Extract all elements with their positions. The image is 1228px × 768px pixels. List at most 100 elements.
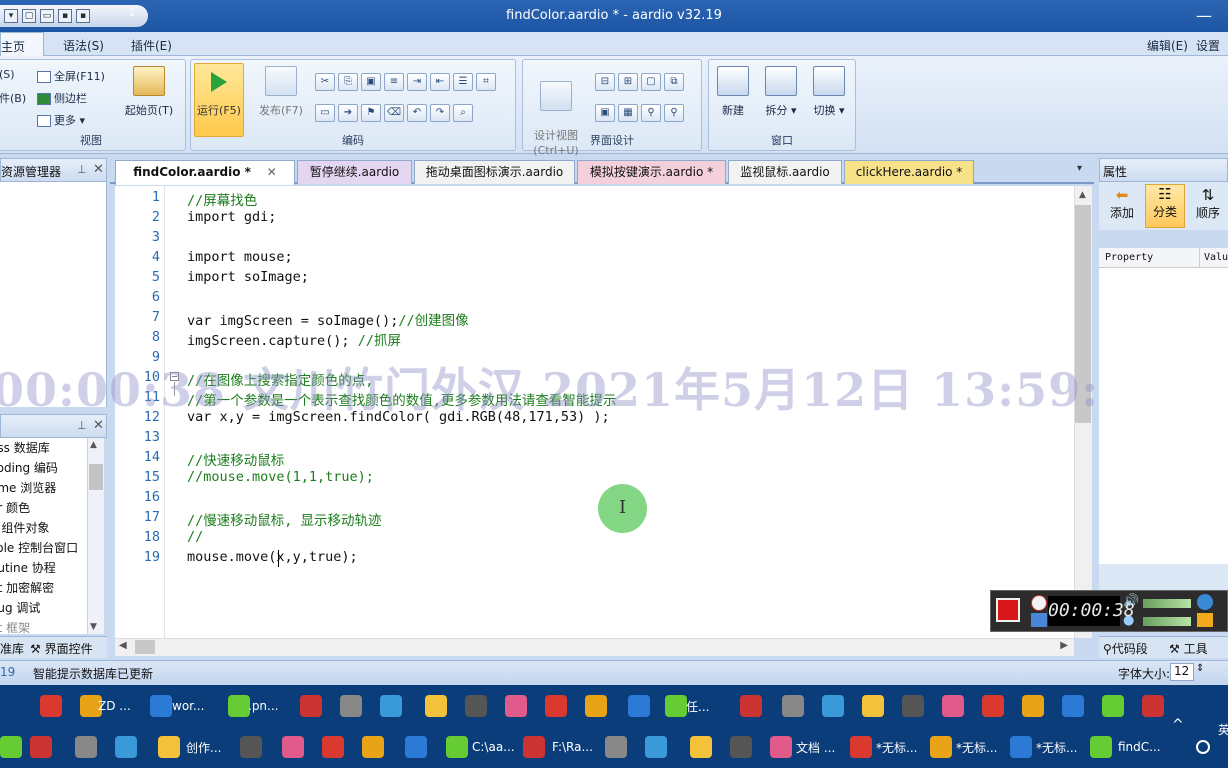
more-button[interactable]: 更多 ▾: [37, 112, 85, 128]
taskbar-app-icon[interactable]: [628, 695, 650, 717]
taskbar-app-icon[interactable]: [690, 736, 712, 758]
sort-button[interactable]: ⇅ 顺序: [1189, 186, 1227, 221]
property-column-header[interactable]: Property: [1105, 252, 1153, 263]
library-item[interactable]: outine 协程: [0, 558, 87, 578]
taskbar-app-icon[interactable]: [446, 736, 468, 758]
tab-plugins[interactable]: 插件(E): [131, 37, 172, 54]
taskbar-app-icon[interactable]: [115, 736, 137, 758]
frame-icon[interactable]: ▢: [641, 73, 661, 91]
taskbar-app-icon[interactable]: [380, 695, 402, 717]
layers-icon[interactable]: ⧉: [664, 73, 684, 91]
scroll-down-icon[interactable]: ▼: [90, 622, 97, 632]
library-item[interactable]: or 颜色: [0, 498, 87, 518]
library-item[interactable]: pt 加密解密: [0, 578, 87, 598]
fullscreen-button[interactable]: 全屏(F11): [37, 68, 105, 84]
switch-button[interactable]: 切换 ▾: [809, 66, 849, 118]
sidebar-button[interactable]: 侧边栏: [37, 90, 87, 106]
taskbar-app-icon[interactable]: [0, 736, 22, 758]
taskbar-app-icon[interactable]: [362, 736, 384, 758]
taskbar-app-icon[interactable]: [850, 736, 872, 758]
pin-icon[interactable]: ⊥: [77, 419, 87, 432]
taskbar-item[interactable]: 文档 ...: [796, 732, 835, 762]
tab-tools[interactable]: ⚒ 工具: [1169, 640, 1208, 657]
taskbar-item[interactable]: *无标...: [956, 732, 997, 762]
pin-icon[interactable]: ⊥: [77, 163, 87, 176]
library-item[interactable]: n 组件对象: [0, 518, 87, 538]
scroll-right-icon[interactable]: ▶: [1060, 640, 1068, 651]
taskbar-app-icon[interactable]: [150, 695, 172, 717]
select-icon[interactable]: ▭: [315, 104, 335, 122]
redo-icon[interactable]: ↷: [430, 104, 450, 122]
taskbar-item[interactable]: 任...: [686, 691, 709, 721]
clear-icon[interactable]: ⌫: [384, 104, 404, 122]
publish-button[interactable]: 发布(F7): [253, 66, 309, 118]
taskbar-app-icon[interactable]: [585, 695, 607, 717]
taskbar-app-icon[interactable]: [425, 695, 447, 717]
scroll-up-icon[interactable]: ▲: [1079, 190, 1086, 200]
view-item-b[interactable]: 件(B): [0, 90, 26, 106]
library-item[interactable]: ome 浏览器: [0, 478, 87, 498]
format-icon[interactable]: ≡: [384, 73, 404, 91]
taskbar-app-icon[interactable]: [1102, 695, 1124, 717]
tab-home[interactable]: 主页(H): [0, 32, 44, 69]
taskbar-app-icon[interactable]: [942, 695, 964, 717]
library-scroll-thumb[interactable]: [89, 464, 103, 490]
find-icon[interactable]: ⌕: [453, 104, 473, 122]
menu-edit[interactable]: 编辑(E): [1147, 37, 1188, 54]
taskbar-app-icon[interactable]: [282, 736, 304, 758]
close-tab-icon[interactable]: ✕: [263, 165, 277, 179]
taskbar-app-icon[interactable]: [1022, 695, 1044, 717]
tab-std-lib[interactable]: 准库: [0, 640, 24, 657]
taskbar-app-icon[interactable]: [75, 736, 97, 758]
minimize-button[interactable]: —: [1196, 6, 1212, 25]
taskbar-app-icon[interactable]: [465, 695, 487, 717]
taskbar-item[interactable]: *无标...: [1036, 732, 1077, 762]
properties-grid[interactable]: [1099, 248, 1228, 564]
bookmark-icon[interactable]: ⚑: [361, 104, 381, 122]
taskbar-item[interactable]: 创作...: [186, 732, 221, 762]
taskbar-app-icon[interactable]: [1010, 736, 1032, 758]
new-window-button[interactable]: 新建: [713, 66, 753, 118]
menu-settings[interactable]: 设置: [1196, 37, 1220, 54]
tab-list-icon[interactable]: ▾: [1077, 163, 1082, 174]
taskbar-app-icon[interactable]: [645, 736, 667, 758]
taskbar-app-icon[interactable]: [1090, 736, 1112, 758]
taskbar-app-icon[interactable]: [770, 736, 792, 758]
taskbar-app-icon[interactable]: [782, 695, 804, 717]
taskbar-app-icon[interactable]: [228, 695, 250, 717]
editor-horizontal-scrollbar[interactable]: ◀ ▶: [115, 638, 1074, 656]
pause-icon[interactable]: [1031, 613, 1047, 627]
taskbar-item[interactable]: C:\aa...: [472, 732, 515, 762]
pin-down-icon[interactable]: ⚲: [664, 104, 684, 122]
taskbar-app-icon[interactable]: [930, 736, 952, 758]
align-left-icon[interactable]: ⊟: [595, 73, 615, 91]
taskbar-item[interactable]: findC...: [1118, 732, 1161, 762]
taskbar-app-icon[interactable]: [902, 695, 924, 717]
taskbar-app-icon[interactable]: [1062, 695, 1084, 717]
taskbar-app-icon[interactable]: [240, 736, 262, 758]
undo-icon[interactable]: ↶: [407, 104, 427, 122]
add-property-button[interactable]: ⬅ 添加: [1103, 186, 1141, 221]
taskbar-app-icon[interactable]: [30, 736, 52, 758]
taskbar-app-icon[interactable]: [40, 695, 62, 717]
library-item[interactable]: sole 控制台窗口: [0, 538, 87, 558]
editor-tab[interactable]: 模拟按键演示.aardio *: [577, 160, 726, 184]
taskbar-app-icon[interactable]: [740, 695, 762, 717]
tray-record-icon[interactable]: [1196, 740, 1210, 754]
taskbar-item[interactable]: .pn...: [248, 691, 278, 721]
list-icon[interactable]: ☰: [453, 73, 473, 91]
cut-icon[interactable]: ✂: [315, 73, 335, 91]
close-icon[interactable]: ✕: [93, 418, 104, 433]
scroll-left-icon[interactable]: ◀: [119, 640, 127, 651]
indent-icon[interactable]: ⇥: [407, 73, 427, 91]
tab-syntax[interactable]: 语法(S): [63, 37, 104, 54]
font-size-input[interactable]: 12: [1170, 663, 1194, 681]
scroll-up-icon[interactable]: ▲: [90, 440, 97, 450]
editor-tab[interactable]: 监视鼠标.aardio: [728, 160, 842, 184]
copy-icon[interactable]: ⎘: [338, 73, 358, 91]
taskbar-app-icon[interactable]: [158, 736, 180, 758]
run-button[interactable]: 运行(F5): [194, 63, 244, 137]
taskbar-app-icon[interactable]: [545, 695, 567, 717]
outdent-icon[interactable]: ⇤: [430, 73, 450, 91]
library-item[interactable]: ess 数据库: [0, 438, 87, 458]
